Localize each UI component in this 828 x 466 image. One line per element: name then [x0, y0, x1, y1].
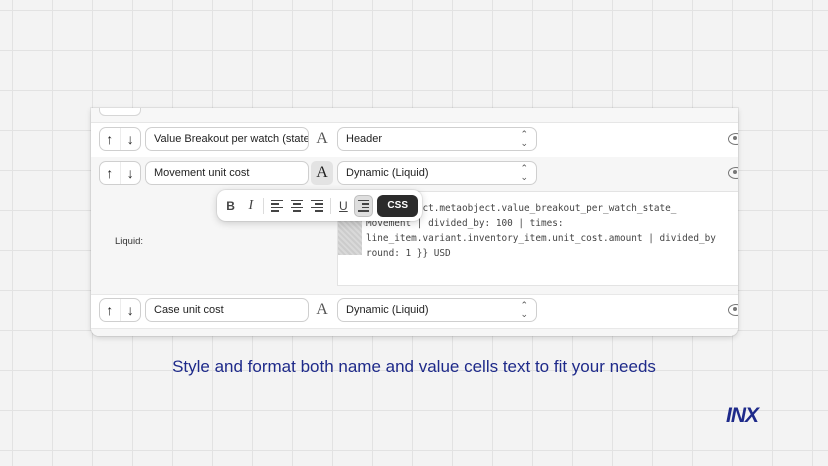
table-row: ↑ ↓ Movement unit cost A Dynamic (Liquid…	[91, 157, 738, 192]
reorder-control: ↑ ↓	[99, 127, 141, 151]
field-type-select[interactable]: Header ⌃ ⌄	[337, 127, 537, 151]
move-up-icon[interactable]: ↑	[100, 299, 120, 321]
reorder-control: ↑ ↓	[99, 298, 141, 322]
underline-button[interactable]: U	[334, 195, 353, 217]
align-left-button[interactable]	[267, 195, 286, 217]
css-button[interactable]: CSS	[377, 194, 418, 217]
brand-logo: INX	[726, 404, 759, 427]
toolbar-divider	[329, 197, 331, 214]
visibility-eye-icon[interactable]	[728, 133, 738, 145]
move-down-icon[interactable]: ↓	[119, 299, 141, 321]
align-center-button[interactable]	[287, 195, 306, 217]
align-center-icon	[291, 199, 304, 212]
field-type-select[interactable]: Dynamic (Liquid) ⌃ ⌄	[337, 298, 537, 322]
reorder-control: ↑ ↓	[99, 161, 141, 185]
field-name-input[interactable]: Movement unit cost	[145, 161, 309, 185]
table-row: ↑ ↓ Value Breakout per watch (state A He…	[91, 123, 738, 158]
text-format-toolbar: B I U CSS	[217, 190, 422, 221]
move-up-icon[interactable]: ↑	[100, 162, 120, 184]
field-name-input[interactable]: Value Breakout per watch (state	[145, 127, 309, 151]
field-type-value: Header	[346, 133, 383, 145]
previous-row-control	[99, 108, 141, 116]
fields-table-card: ↑ ↓ Value Breakout per watch (state A He…	[91, 108, 738, 336]
chevron-updown-icon: ⌃ ⌄	[520, 300, 528, 319]
italic-button[interactable]: I	[241, 195, 260, 217]
visibility-eye-icon[interactable]	[728, 304, 738, 316]
chevron-updown-icon: ⌃ ⌄	[520, 163, 528, 182]
toolbar-divider	[263, 197, 265, 214]
font-style-icon[interactable]: A	[311, 298, 333, 322]
feature-caption: Style and format both name and value cel…	[172, 357, 656, 376]
font-style-icon[interactable]: A	[311, 161, 333, 185]
text-wrap-button[interactable]	[353, 194, 374, 217]
field-type-value: Dynamic (Liquid)	[346, 304, 429, 316]
liquid-label: Liquid:	[115, 236, 143, 247]
align-left-icon	[270, 199, 283, 212]
bold-button[interactable]: B	[221, 195, 240, 217]
align-right-icon	[311, 199, 324, 212]
visibility-eye-icon[interactable]	[728, 167, 738, 179]
move-down-icon[interactable]: ↓	[119, 128, 141, 150]
field-type-select[interactable]: Dynamic (Liquid) ⌃ ⌄	[337, 161, 537, 185]
next-row-sliver	[91, 328, 738, 336]
move-down-icon[interactable]: ↓	[119, 162, 141, 184]
chevron-updown-icon: ⌃ ⌄	[520, 129, 528, 148]
field-type-value: Dynamic (Liquid)	[346, 167, 429, 179]
field-name-input[interactable]: Case unit cost	[145, 298, 309, 322]
font-style-icon[interactable]: A	[311, 127, 333, 151]
align-right-button[interactable]	[308, 195, 327, 217]
table-row: ↑ ↓ Case unit cost A Dynamic (Liquid) ⌃ ⌄	[91, 294, 738, 329]
move-up-icon[interactable]: ↑	[100, 128, 120, 150]
text-wrap-icon	[358, 199, 370, 212]
previous-row-sliver	[91, 108, 738, 123]
